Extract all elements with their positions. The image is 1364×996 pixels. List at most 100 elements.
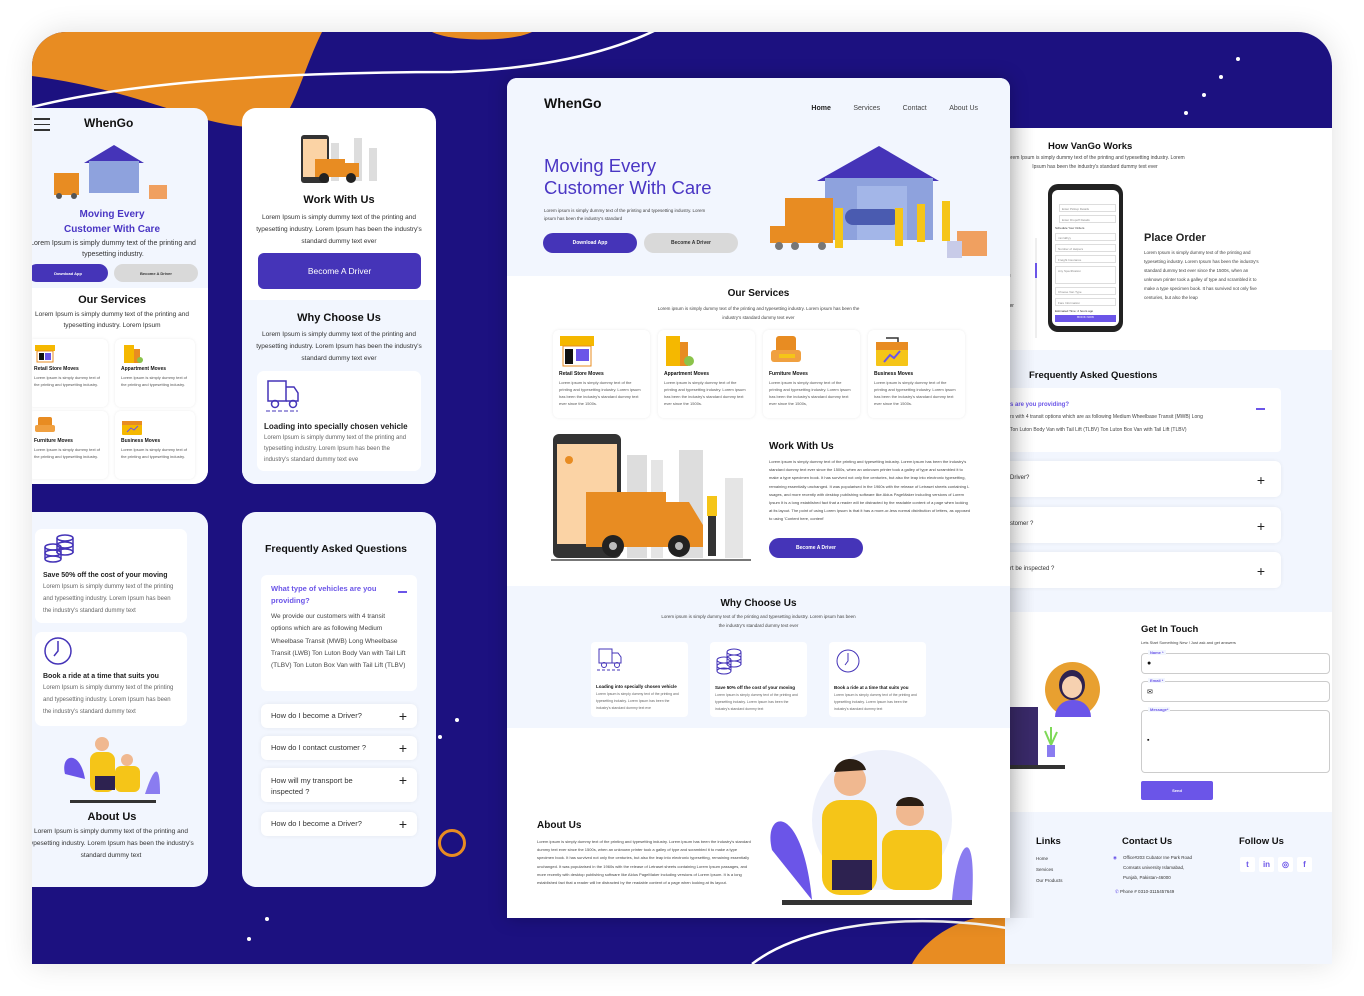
coins-icon	[716, 648, 742, 675]
work-text: Lorem ipsum is simply dummy text of the …	[769, 459, 971, 522]
service-card[interactable]: Business Moves Lorem ipsum is simply dum…	[868, 330, 965, 418]
linkedin-icon[interactable]: in	[1259, 857, 1274, 872]
mobile-home-card: WhenGo Moving Every Customer With Care L…	[32, 108, 208, 484]
moving-house-illustration	[767, 146, 992, 258]
why-card: Loading into specially chosen vehicle Lo…	[591, 642, 688, 717]
service-card[interactable]: Business Moves Lorem Ipsum is simply dum…	[115, 411, 195, 479]
service-card[interactable]: Retail Store Moves Lorem Ipsum is simply…	[32, 339, 108, 407]
about-text: Lorem ipsum is simply dummy text of the …	[537, 839, 751, 886]
plant-illustration	[1043, 727, 1059, 757]
twitter-icon[interactable]: t	[1240, 857, 1255, 872]
services-subtitle: Lorem ipsum is simply dummy text of the …	[657, 306, 860, 320]
why-card: Save 50% off the cost of your moving Lor…	[35, 529, 187, 623]
plus-icon[interactable]: +	[399, 773, 407, 787]
contact-subtitle: Lets Start Something New ! Just ask and …	[1141, 640, 1236, 645]
user-icon: ●	[1147, 660, 1152, 667]
nav-services[interactable]: Services	[853, 105, 880, 112]
plus-icon[interactable]: +	[399, 741, 407, 755]
phone-icon: ✆	[1115, 889, 1119, 894]
faq-item[interactable]: How do I contact customer ? +	[261, 736, 417, 760]
briefcase-icon	[122, 421, 142, 435]
why-subtitle: Lorem ipsum is simply dummy text of the …	[661, 614, 856, 628]
why-title: Why Choose Us	[297, 312, 381, 324]
plus-icon[interactable]: +	[399, 817, 407, 831]
why-title: Why Choose Us	[720, 598, 797, 609]
footer-link-products[interactable]: Our Products	[1036, 875, 1063, 886]
email-field[interactable]: Email * ✉	[1141, 678, 1330, 702]
about-title: About Us	[537, 820, 582, 831]
service-card[interactable]: Appartment Moves Lorem ipsum is simply d…	[658, 330, 755, 418]
faq-item[interactable]: Driver?+	[1005, 461, 1281, 497]
how-title: How VanGo Works	[1048, 141, 1133, 152]
plus-icon[interactable]: +	[399, 709, 407, 723]
why-subtitle: Lorem Ipsum is simply dummy text of the …	[256, 331, 422, 362]
location-pin-icon: ◉	[1113, 855, 1117, 860]
faq-item[interactable]: How do I become a Driver? +	[261, 704, 417, 728]
become-driver-button[interactable]: Become A Driver	[769, 538, 863, 558]
why-card: Book a ride at a time that suits you Lor…	[829, 642, 926, 717]
faq-item[interactable]: How will my transport be inspected ? +	[261, 768, 417, 802]
faq-item[interactable]: How do I become a Driver? +	[261, 812, 417, 836]
download-app-button[interactable]: Download App	[543, 233, 637, 253]
decorative-ring	[438, 829, 466, 857]
truck-icon	[266, 380, 299, 412]
main-nav: Home Services Contact About Us	[793, 97, 978, 115]
phone-mockup: Enter Pickup Details Enter Dropoff Detai…	[1048, 184, 1123, 332]
plus-icon[interactable]: +	[1257, 564, 1265, 578]
faq-item-active[interactable]: What type of vehicles are you providing?…	[261, 575, 417, 691]
faq-item[interactable]: rt be inspected ?+	[1005, 552, 1281, 588]
storefront-icon	[560, 336, 594, 367]
team-illustration	[762, 750, 982, 910]
apartment-icon	[666, 336, 694, 366]
about-text: Lorem Ipsum is simply dummy text of the …	[32, 828, 194, 859]
book-now-button[interactable]: BOOK NOW	[1055, 315, 1116, 322]
desktop-page-secondary: How VanGo Works Lorem Ipsum is simply du…	[1005, 128, 1332, 964]
hero-text: Lorem Ipsum is simply dummy text of the …	[32, 240, 196, 258]
download-app-button[interactable]: Download App	[32, 264, 108, 282]
clock-icon	[836, 649, 860, 673]
footer-link-services[interactable]: Services	[1036, 864, 1063, 875]
contact-us-title: Contact Us	[1122, 836, 1173, 847]
nav-contact[interactable]: Contact	[903, 105, 927, 112]
service-card[interactable]: Furniture Moves Lorem Ipsum is simply du…	[32, 411, 108, 479]
plus-icon[interactable]: +	[1257, 473, 1265, 487]
brand-logo[interactable]: WhenGo	[544, 95, 602, 111]
become-driver-button[interactable]: Become A Driver	[114, 264, 198, 282]
message-field[interactable]: Message* ▪	[1141, 707, 1330, 773]
links-title: Links	[1036, 836, 1061, 847]
instagram-icon[interactable]: ◎	[1278, 857, 1293, 872]
why-card: Save 50% off the cost of your moving Lor…	[710, 642, 807, 717]
send-button[interactable]: Send	[1141, 781, 1213, 800]
minus-icon[interactable]	[398, 591, 407, 593]
faq-item-active[interactable]: s are you providing? rs with 4 transit o…	[1005, 388, 1281, 452]
work-text: Lorem Ipsum is simply dummy text of the …	[256, 214, 422, 245]
service-card[interactable]: Retail Store Moves Lorem ipsum is simply…	[553, 330, 650, 418]
facebook-icon[interactable]: f	[1297, 857, 1312, 872]
footer-link-home[interactable]: Home	[1036, 853, 1063, 864]
coins-icon	[44, 534, 74, 563]
become-driver-button[interactable]: Become A Driver	[644, 233, 738, 253]
nav-home[interactable]: Home	[811, 105, 830, 112]
hero-text: Lorem ipsum is simply dummy text of the …	[544, 208, 706, 221]
mobile-about-card: Save 50% off the cost of your moving Lor…	[32, 512, 208, 887]
delivery-truck-illustration	[551, 430, 751, 562]
mail-icon: ✉	[1147, 689, 1153, 696]
team-illustration	[60, 734, 164, 806]
plus-icon[interactable]: +	[1257, 519, 1265, 533]
minus-icon[interactable]	[1256, 408, 1265, 410]
nav-about[interactable]: About Us	[949, 105, 978, 112]
service-card[interactable]: Appartment Moves Lorem Ipsum is simply d…	[115, 339, 195, 407]
desktop-page-main: WhenGo Home Services Contact About Us Mo…	[507, 78, 1010, 918]
brand-logo[interactable]: WhenGo	[84, 116, 133, 130]
services-subtitle: Lorem Ipsum is simply dummy text of the …	[35, 311, 189, 329]
mobile-work-card: Work With Us Lorem Ipsum is simply dummy…	[242, 108, 436, 484]
name-field[interactable]: Name * ●	[1141, 650, 1330, 674]
briefcase-icon	[876, 337, 908, 366]
hamburger-menu-icon[interactable]	[34, 118, 50, 131]
service-card[interactable]: Furniture Moves Lorem ipsum is simply du…	[763, 330, 860, 418]
place-order-text: Lorem Ipsum is simply dummy text of the …	[1144, 250, 1259, 300]
become-driver-button[interactable]: Become A Driver	[258, 253, 421, 289]
contact-title: Get In Touch	[1141, 624, 1199, 635]
faq-item[interactable]: stomer ?+	[1005, 507, 1281, 543]
truck-icon	[597, 648, 622, 671]
